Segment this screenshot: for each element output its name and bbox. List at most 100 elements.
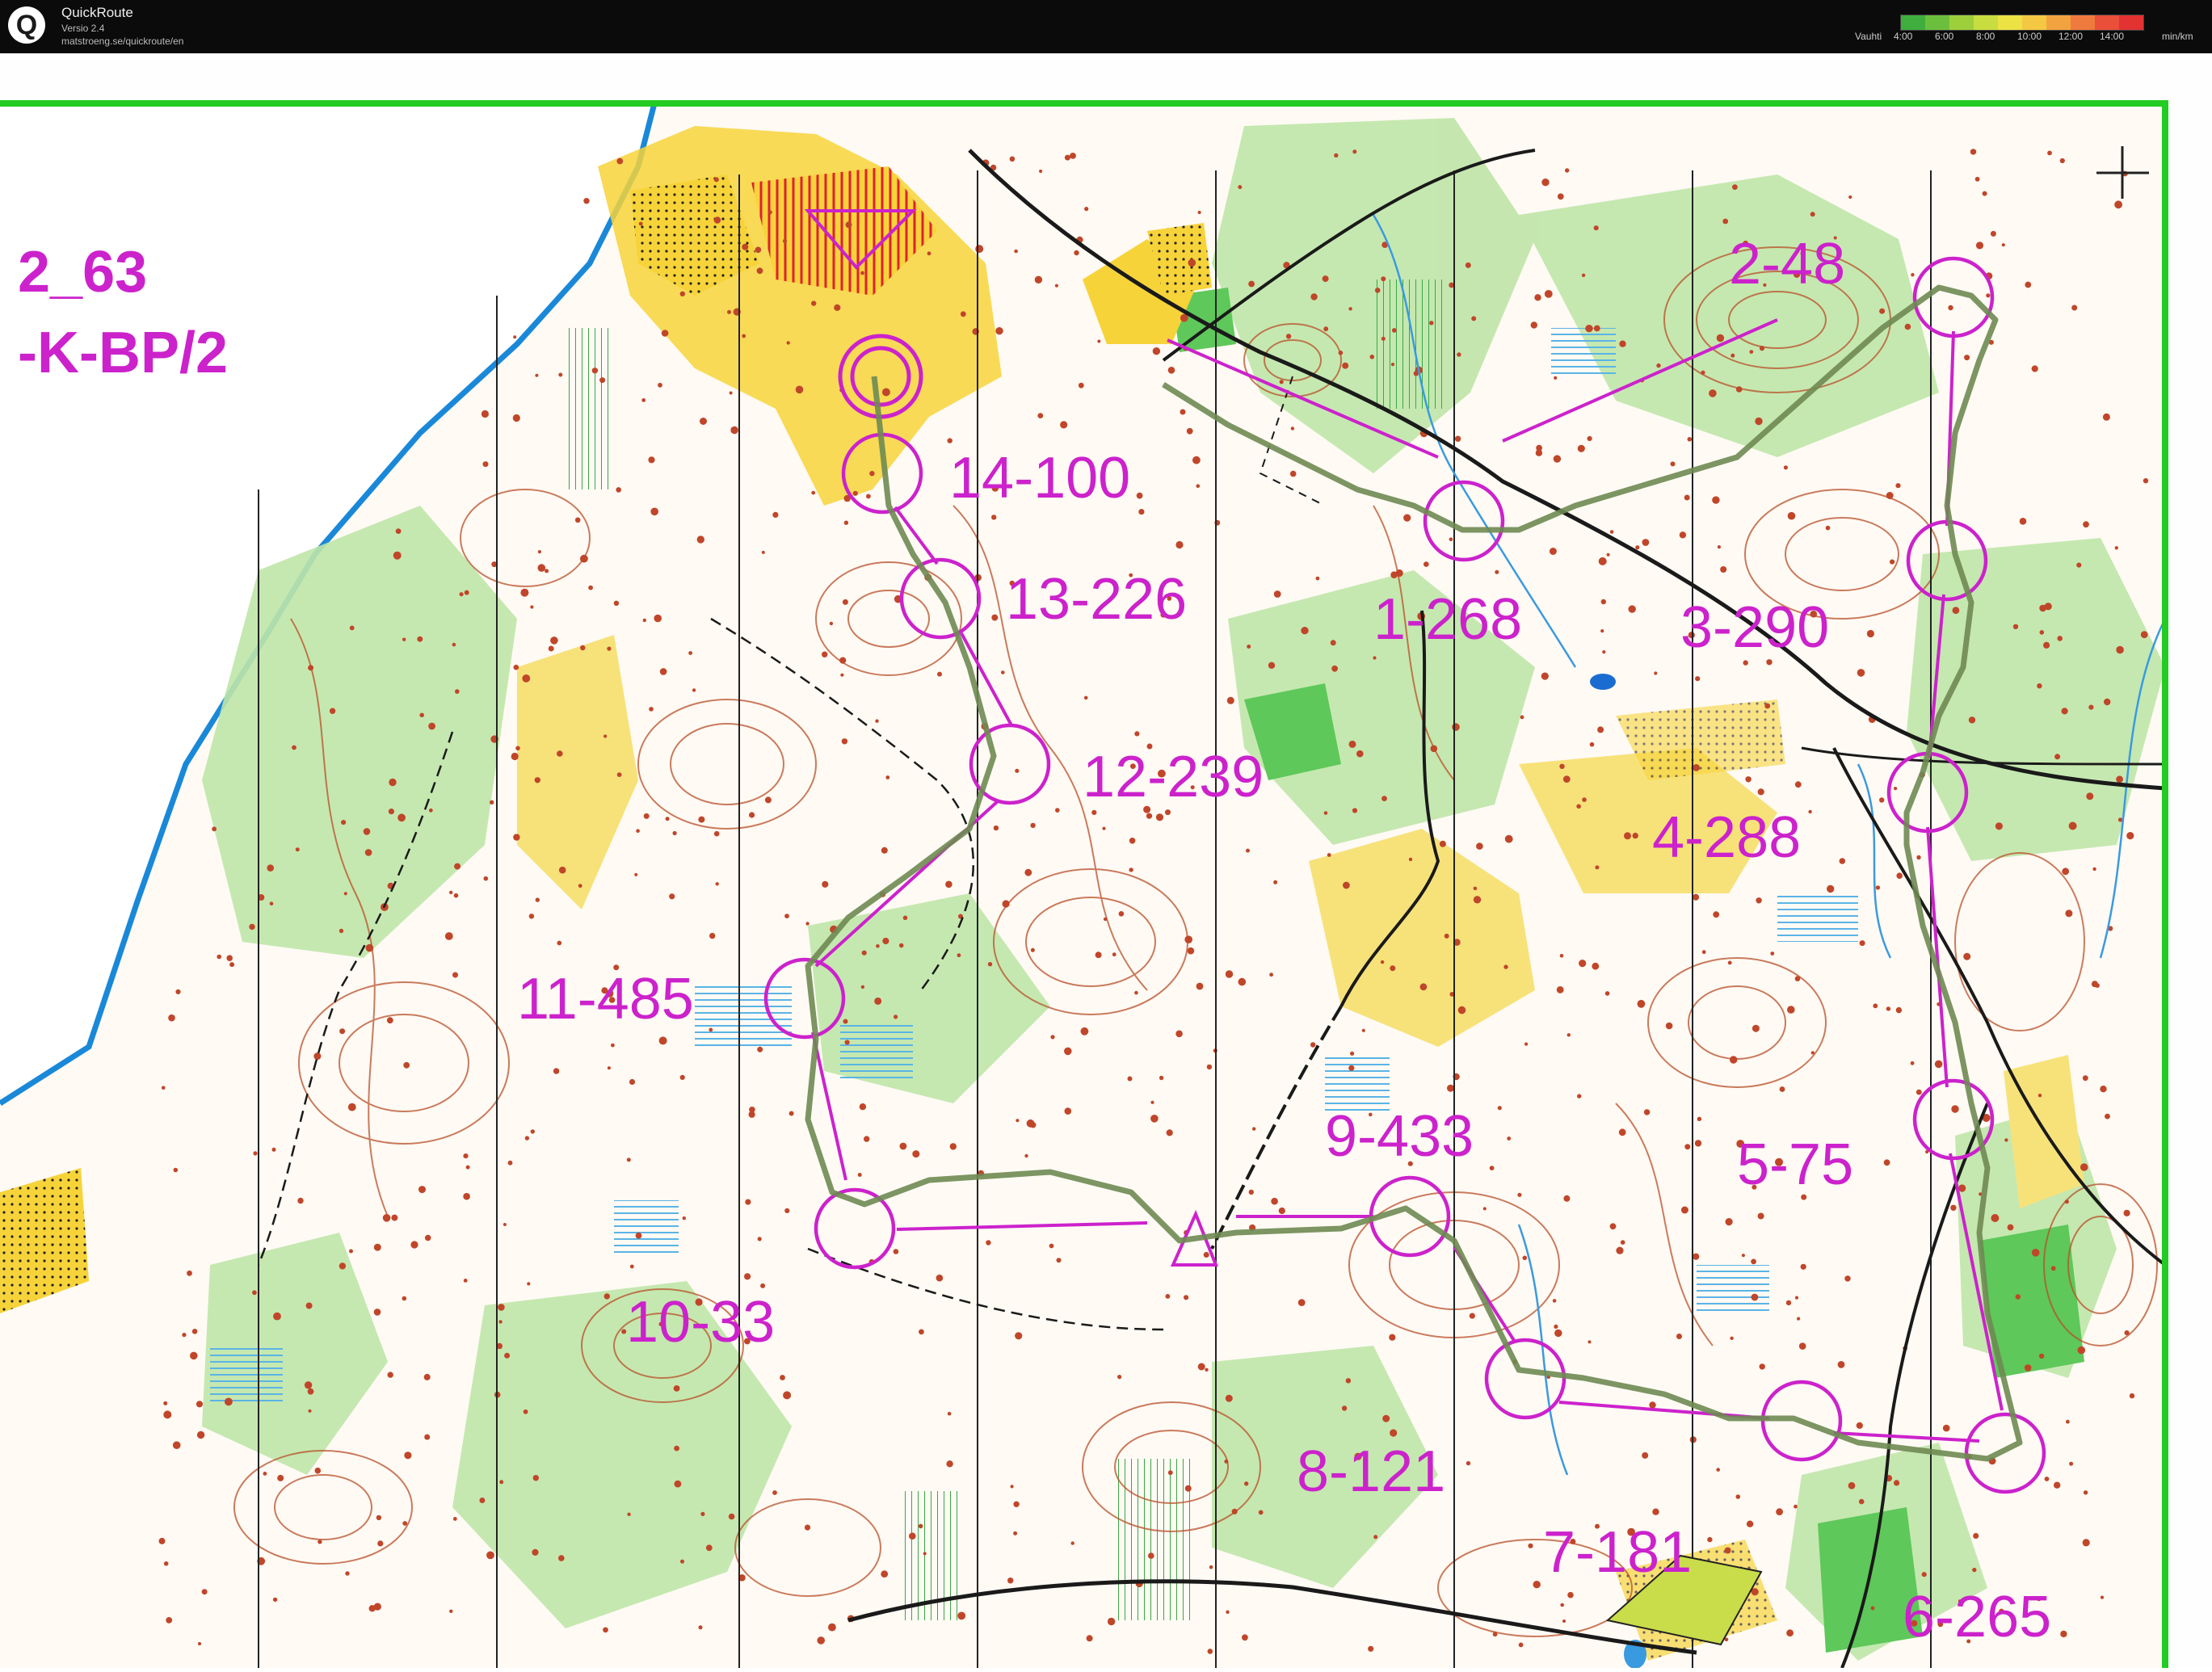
boulder-dot: [1039, 169, 1043, 174]
boulder-dot: [1495, 569, 1499, 574]
boulder-dot: [2038, 1353, 2045, 1359]
boulder-dot: [659, 668, 667, 675]
boulder-dot: [522, 674, 531, 683]
boulder-dot: [226, 955, 233, 961]
boulder-dot: [1727, 960, 1732, 965]
boulder-dot: [190, 1351, 198, 1360]
boulder-dot: [1520, 715, 1524, 720]
boulder-dot: [2100, 1595, 2105, 1599]
boulder-dot: [1716, 334, 1725, 342]
boulder-dot: [1982, 191, 1987, 196]
boulder-dot: [638, 221, 643, 226]
boulder-dot: [1745, 776, 1752, 783]
boulder-dot: [2082, 1075, 2088, 1082]
boulder-dot: [297, 1197, 304, 1204]
boulder-dot: [1224, 1459, 1229, 1464]
boulder-dot: [1858, 1498, 1865, 1505]
boulder-dot: [1798, 1342, 1806, 1350]
boulder-dot: [588, 585, 593, 590]
boulder-dot: [507, 1160, 513, 1166]
boulder-dot: [599, 377, 606, 384]
app-title: QuickRoute: [61, 5, 133, 20]
boulder-dot: [201, 1589, 208, 1595]
boulder-dot: [499, 1480, 504, 1485]
boulder-dot: [1970, 149, 1977, 155]
boulder-dot: [1444, 933, 1449, 939]
boulder-dot: [673, 1385, 680, 1392]
boulder-dot: [1055, 808, 1060, 813]
boulder-dot: [1030, 947, 1035, 952]
boulder-dot: [899, 1142, 907, 1150]
boulder-dot: [995, 327, 1003, 335]
boulder-dot: [1112, 952, 1117, 957]
boulder-dot: [2019, 518, 2027, 525]
boulder-dot: [1856, 1422, 1863, 1429]
orienteering-map[interactable]: 2_63 -K-BP/2 1-268 2-48 3-290 4-288 5-75…: [0, 53, 2212, 1669]
boulder-dot: [1373, 1535, 1378, 1540]
boulder-dot: [1352, 808, 1358, 813]
boulder-dot: [163, 1410, 172, 1419]
boulder-dot: [709, 1027, 713, 1032]
boulder-dot: [1203, 1252, 1209, 1258]
boulder-dot: [919, 1329, 924, 1335]
boulder-dot: [674, 1480, 682, 1488]
boulder-dot: [1301, 627, 1309, 635]
boulder-dot: [1693, 893, 1700, 901]
pace-color-swatch: [2119, 15, 2143, 30]
boulder-dot: [715, 882, 719, 886]
boulder-dot: [1602, 650, 1606, 654]
boulder-dot: [1175, 1030, 1183, 1038]
boulder-dot: [1136, 492, 1143, 499]
boulder-dot: [454, 863, 461, 870]
boulder-dot: [603, 734, 608, 738]
quickroute-logo: Q: [8, 6, 45, 44]
boulder-dot: [389, 778, 397, 787]
boulder-dot: [654, 614, 662, 623]
boulder-dot: [603, 1627, 608, 1633]
boulder-dot: [1890, 559, 1895, 565]
boulder-dot: [1837, 1361, 1845, 1368]
boulder-dot: [893, 1249, 899, 1254]
boulder-dot: [692, 688, 696, 692]
boulder-dot: [459, 592, 464, 597]
boulder-dot: [2095, 983, 2100, 988]
boulder-dot: [2116, 645, 2124, 654]
boulder-dot: [881, 388, 890, 397]
boulder-dot: [1285, 334, 1292, 339]
boulder-dot: [273, 1312, 281, 1321]
boulder-dot: [947, 438, 953, 443]
map-canvas[interactable]: 2_63 -K-BP/2 1-268 2-48 3-290 4-288 5-75…: [0, 53, 2212, 1669]
boulder-dot: [271, 1147, 276, 1152]
boulder-dot: [2123, 1209, 2130, 1216]
boulder-dot: [557, 940, 562, 946]
boulder-dot: [1471, 316, 1477, 321]
boulder-dot: [772, 1490, 777, 1495]
boulder-dot: [1800, 1263, 1806, 1270]
boulder-dot: [314, 1467, 322, 1474]
control-label-10: 10-33: [626, 1290, 775, 1355]
boulder-dot: [1310, 1042, 1316, 1048]
boulder-dot: [2100, 1086, 2107, 1093]
boulder-dot: [504, 1352, 511, 1359]
boulder-dot: [313, 1052, 322, 1061]
boulder-dot: [1597, 726, 1604, 733]
boulder-dot: [757, 1046, 763, 1052]
boulder-dot: [649, 707, 654, 712]
boulder-dot: [1560, 1603, 1564, 1607]
boulder-dot: [402, 1521, 408, 1526]
boulder-dot: [1687, 437, 1693, 442]
boulder-dot: [679, 1074, 685, 1080]
boulder-dot: [1554, 1329, 1562, 1338]
boulder-dot: [403, 1061, 410, 1069]
boulder-dot: [1345, 1378, 1352, 1384]
boulder-dot: [1720, 566, 1727, 573]
boulder-dot: [386, 1017, 393, 1024]
control-label-9: 9-433: [1325, 1104, 1474, 1169]
pace-color-swatch: [1901, 15, 1925, 30]
pace-legend-label: Vauhti: [1855, 31, 1882, 42]
boulder-dot: [1150, 1115, 1159, 1123]
boulder-dot: [1587, 435, 1592, 442]
boulder-dot: [843, 520, 849, 525]
boulder-dot: [1184, 1295, 1189, 1300]
boulder-dot: [1447, 1084, 1454, 1092]
